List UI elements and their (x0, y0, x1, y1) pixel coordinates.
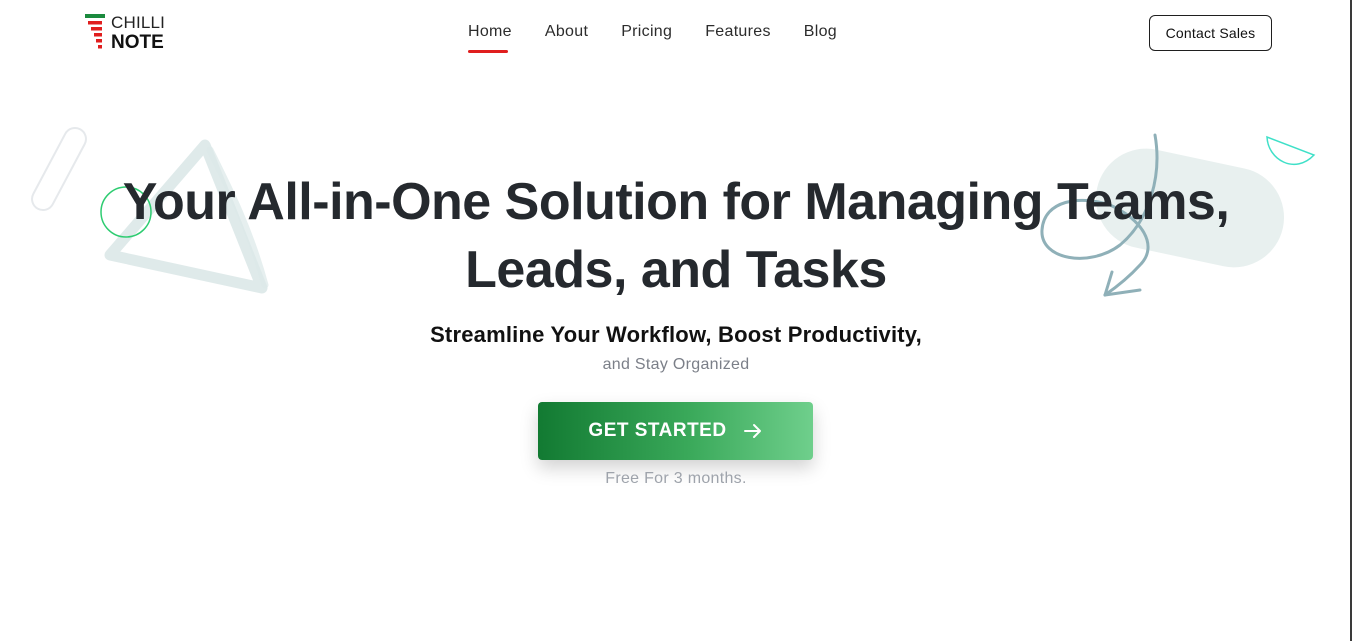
hero-subtitle-secondary: and Stay Organized (602, 356, 750, 373)
nav-item-about[interactable]: About (545, 23, 588, 47)
nav-item-blog[interactable]: Blog (804, 23, 837, 47)
brand-wordmark: CHILLI NOTE (111, 13, 165, 52)
background-decorations (31, 126, 1316, 297)
landing-page: CHILLI NOTE Home About Pricing Features … (0, 0, 1352, 641)
hero-title: Your All-in-One Solution for Managing Te… (0, 168, 1352, 304)
main-nav: Home About Pricing Features Blog (468, 23, 837, 53)
nav-item-features[interactable]: Features (705, 23, 771, 47)
chilli-logo-icon (85, 14, 105, 49)
brand-name-bottom: NOTE (111, 32, 164, 53)
nav-item-pricing[interactable]: Pricing (621, 23, 672, 47)
hero-title-line-2: Leads, and Tasks (465, 241, 887, 299)
arrow-right-icon (743, 424, 761, 438)
brand-logo[interactable]: CHILLI NOTE (85, 13, 175, 53)
semicircle-decoration (1266, 135, 1316, 166)
brand-name-top: CHILLI (111, 13, 166, 32)
hero-subtitle: Streamline Your Workflow, Boost Producti… (430, 322, 922, 347)
site-header: CHILLI NOTE Home About Pricing Features … (0, 0, 1352, 70)
nav-item-home[interactable]: Home (468, 23, 512, 53)
get-started-button[interactable]: GET STARTED (538, 402, 813, 460)
get-started-label: GET STARTED (588, 420, 727, 441)
contact-sales-button[interactable]: Contact Sales (1149, 15, 1272, 51)
hero-title-line-1: Your All-in-One Solution for Managing Te… (122, 173, 1230, 231)
free-trial-note: Free For 3 months. (605, 470, 747, 487)
